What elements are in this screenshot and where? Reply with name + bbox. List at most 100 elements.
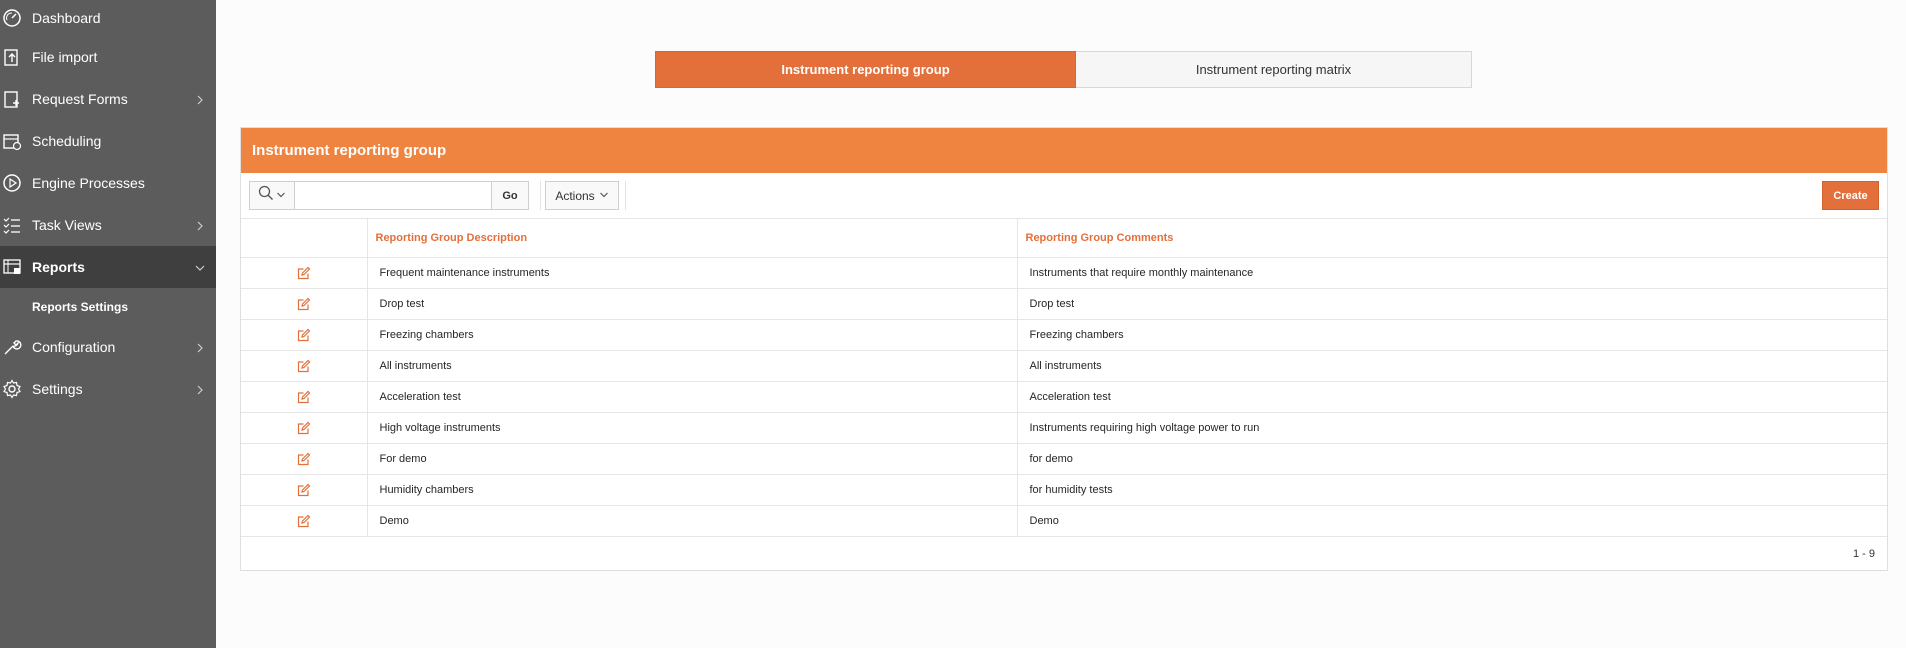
comments-cell: Instruments requiring high voltage power… [1017,412,1887,444]
request-forms-icon [0,87,24,111]
chevron-right-icon [194,93,206,105]
sidebar-item-dashboard[interactable]: Dashboard [0,0,216,36]
comments-cell: Freezing chambers [1017,319,1887,351]
description-cell: Drop test [367,288,1018,320]
comments-cell: Drop test [1017,288,1887,320]
description-cell: Freezing chambers [367,319,1018,351]
tab-bar: Instrument reporting group Instrument re… [655,51,1472,88]
edit-icon[interactable] [297,452,311,466]
sidebar-item-settings[interactable]: Settings [0,368,216,410]
dashboard-icon [0,6,24,30]
sidebar-item-label: Reports [32,259,85,275]
sidebar-item-label: Engine Processes [32,175,145,191]
actions-label: Actions [555,188,595,203]
sidebar-item-scheduling[interactable]: Scheduling [0,120,216,162]
sidebar-subitem-reports-settings[interactable]: Reports Settings [0,288,216,326]
description-cell: High voltage instruments [367,412,1018,444]
search-group: Go [249,181,529,210]
edit-icon[interactable] [297,359,311,373]
chevron-right-icon [194,219,206,231]
description-cell: All instruments [367,350,1018,382]
chevron-down-icon [276,187,286,205]
reports-icon [0,255,24,279]
wrench-icon [0,335,24,359]
calendar-clock-icon [0,129,24,153]
comments-cell: for demo [1017,443,1887,475]
edit-icon[interactable] [297,297,311,311]
sidebar-item-engine-processes[interactable]: Engine Processes [0,162,216,204]
table-row: For demo for demo [241,443,1887,475]
edit-cell [241,474,368,506]
description-cell: Frequent maintenance instruments [367,257,1018,289]
description-cell: Acceleration test [367,381,1018,413]
chevron-right-icon [194,341,206,353]
table-row: Demo Demo [241,505,1887,537]
comments-cell: Instruments that require monthly mainten… [1017,257,1887,289]
sidebar-item-request-forms[interactable]: Request Forms [0,78,216,120]
tab-instrument-reporting-group[interactable]: Instrument reporting group [655,51,1076,88]
edit-cell [241,505,368,537]
sidebar-item-label: Request Forms [32,91,128,107]
search-input[interactable] [295,181,492,210]
column-header-description[interactable]: Reporting Group Description [367,219,1018,258]
table-row: High voltage instruments Instruments requ… [241,412,1887,444]
create-button[interactable]: Create [1822,181,1879,210]
edit-cell [241,412,368,444]
table-row: Freezing chambers Freezing chambers [241,319,1887,351]
edit-icon[interactable] [297,514,311,528]
edit-icon[interactable] [297,421,311,435]
edit-cell [241,350,368,382]
report-region: Instrument reporting group Go Actions Cr… [240,127,1888,571]
sidebar-item-label: Dashboard [32,10,101,26]
table-row: Drop test Drop test [241,288,1887,320]
sidebar-item-file-import[interactable]: File import [0,36,216,78]
table-row: All instruments All instruments [241,350,1887,382]
edit-cell [241,319,368,351]
comments-cell: All instruments [1017,350,1887,382]
comments-cell: Acceleration test [1017,381,1887,413]
toolbar-divider [540,181,541,210]
sidebar-item-label: Configuration [32,339,116,355]
table-row: Humidity chambers for humidity tests [241,474,1887,506]
sidebar-item-reports[interactable]: Reports [0,246,216,288]
report-toolbar: Go Actions Create [241,173,1887,219]
search-icon [258,185,274,206]
sidebar-item-label: Task Views [32,217,102,233]
actions-button[interactable]: Actions [545,181,619,210]
sidebar-item-task-views[interactable]: Task Views [0,204,216,246]
sidebar-item-configuration[interactable]: Configuration [0,326,216,368]
sidebar: Dashboard File import Request Forms Sche… [0,0,216,648]
go-button[interactable]: Go [492,181,529,210]
chevron-right-icon [194,383,206,395]
search-column-selector[interactable] [249,181,295,210]
edit-icon[interactable] [297,390,311,404]
edit-icon[interactable] [297,328,311,342]
table-row: Frequent maintenance instruments Instrume… [241,257,1887,289]
edit-column-header [241,219,368,258]
sidebar-item-label: Settings [32,381,83,397]
comments-cell: for humidity tests [1017,474,1887,506]
table-row: Acceleration test Acceleration test [241,381,1887,413]
chevron-down-icon [599,189,609,203]
file-import-icon [0,45,24,69]
region-title: Instrument reporting group [241,128,1887,173]
task-list-icon [0,213,24,237]
column-header-comments[interactable]: Reporting Group Comments [1017,219,1887,258]
pagination-info: 1 - 9 [1852,548,1875,560]
description-cell: For demo [367,443,1018,475]
edit-cell [241,257,368,289]
table-header-row: Reporting Group Description Reporting Gr… [241,219,1887,258]
toolbar-divider [625,181,626,210]
sidebar-item-label: Scheduling [32,133,102,149]
tab-instrument-reporting-matrix[interactable]: Instrument reporting matrix [1076,51,1472,88]
sidebar-item-label: File import [32,49,98,65]
description-cell: Humidity chambers [367,474,1018,506]
chevron-down-icon [194,261,206,273]
edit-cell [241,288,368,320]
edit-icon[interactable] [297,483,311,497]
comments-cell: Demo [1017,505,1887,537]
report-table: Reporting Group Description Reporting Gr… [241,219,1887,537]
gear-icon [0,377,24,401]
edit-cell [241,443,368,475]
edit-icon[interactable] [297,266,311,280]
